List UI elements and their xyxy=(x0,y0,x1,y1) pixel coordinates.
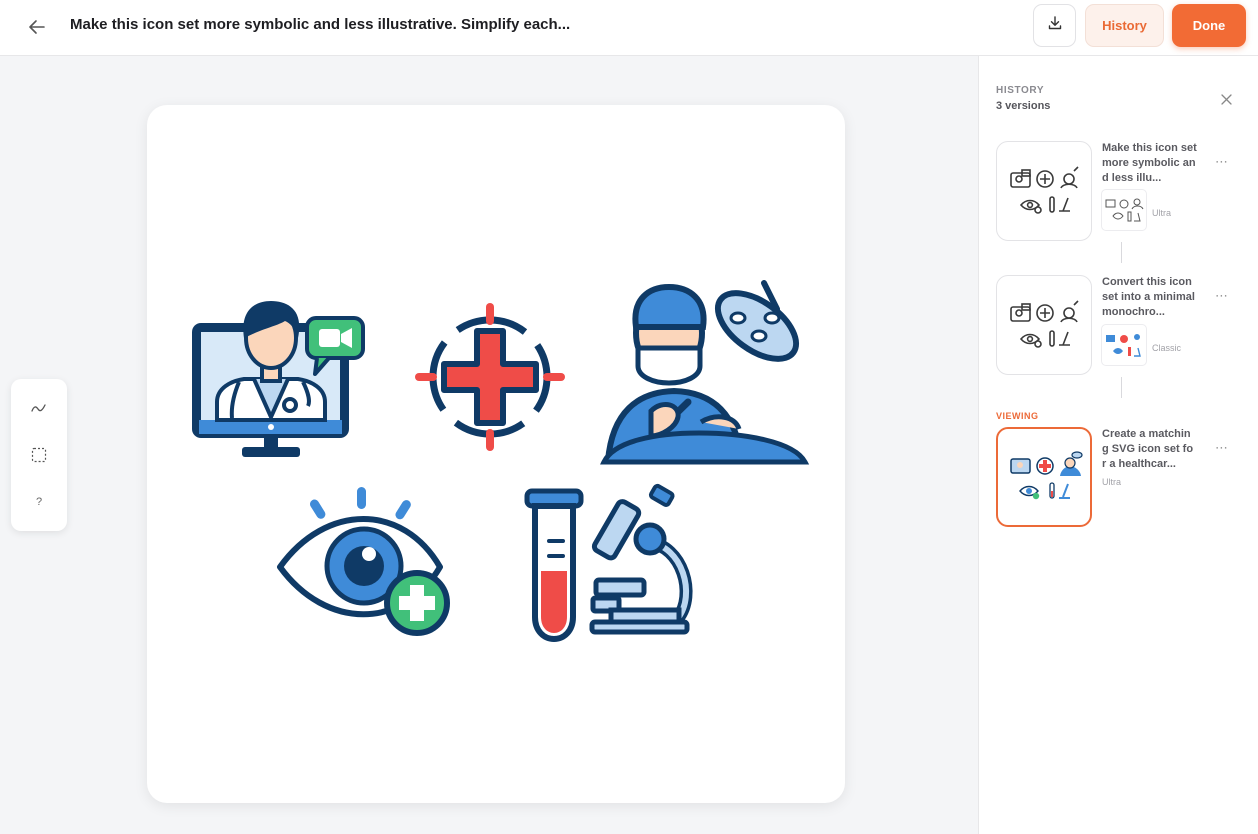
history-version-count: 3 versions xyxy=(996,100,1051,112)
version-connector xyxy=(1121,242,1122,263)
viewing-label: VIEWING xyxy=(996,411,1039,421)
version-menu-icon[interactable]: ⋯ xyxy=(1215,154,1229,170)
version-prompt: Create a matching SVG icon set for a hea… xyxy=(1102,428,1194,470)
back-arrow-icon[interactable] xyxy=(22,12,52,42)
page-title: Make this icon set more symbolic and les… xyxy=(70,16,571,33)
close-icon[interactable] xyxy=(1217,90,1235,108)
help-button[interactable]: ? xyxy=(25,488,53,516)
draw-path-icon[interactable] xyxy=(25,394,53,422)
version-prompt: Convert this icon set into a minimal mon… xyxy=(1102,276,1195,318)
done-button[interactable]: Done xyxy=(1172,4,1246,47)
version-prompt: Make this icon set more symbolic and les… xyxy=(1102,142,1197,184)
version-tier-label: Ultra xyxy=(1102,477,1122,487)
telemedicine-doctor-icon xyxy=(192,301,365,457)
version-thumbnail[interactable] xyxy=(996,141,1092,241)
version-thumbnail[interactable] xyxy=(996,275,1092,375)
version-connector xyxy=(1121,377,1122,398)
history-panel-title: HISTORY xyxy=(996,85,1045,96)
version-mini-preview xyxy=(1101,324,1147,366)
version-tier-label: Classic xyxy=(1152,343,1182,353)
test-tube-microscope-icon xyxy=(524,483,693,643)
version-thumbnail-active[interactable] xyxy=(996,427,1092,527)
tool-palette: ? xyxy=(11,379,67,531)
version-menu-icon[interactable]: ⋯ xyxy=(1215,440,1229,456)
artboard xyxy=(147,105,845,803)
download-icon xyxy=(1047,15,1063,36)
surgeon-operating-icon xyxy=(600,280,810,465)
history-button[interactable]: History xyxy=(1085,4,1164,47)
select-region-icon[interactable] xyxy=(25,441,53,469)
history-panel: HISTORY 3 versions Make this icon set mo… xyxy=(978,56,1258,834)
version-menu-icon[interactable]: ⋯ xyxy=(1215,288,1229,304)
version-tier-label: Ultra xyxy=(1152,208,1172,218)
version-mini-preview xyxy=(1101,189,1147,231)
medical-cross-target-icon xyxy=(415,303,565,451)
download-button[interactable] xyxy=(1033,4,1076,47)
top-bar: Make this icon set more symbolic and les… xyxy=(0,0,1258,56)
eye-care-plus-icon xyxy=(277,487,450,636)
